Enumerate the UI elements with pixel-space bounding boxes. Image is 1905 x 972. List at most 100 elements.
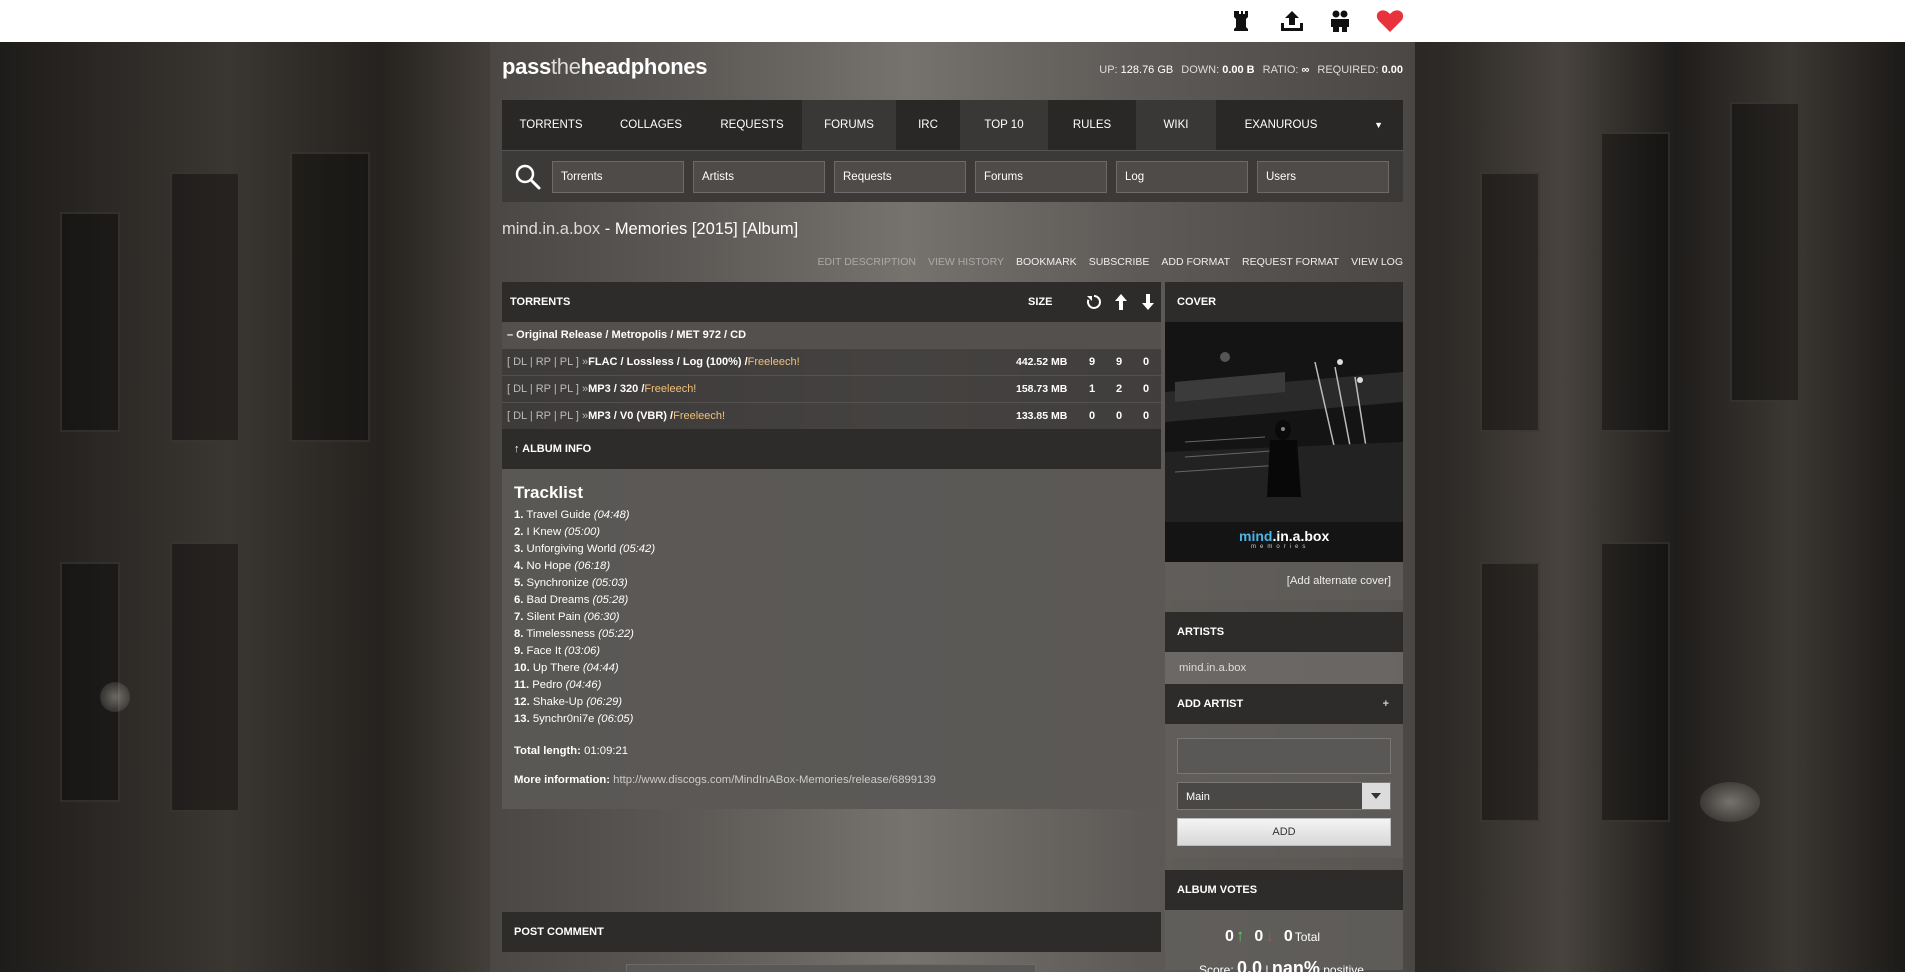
- nav-collages[interactable]: COLLAGES: [600, 100, 702, 150]
- search-torrents-input[interactable]: [552, 161, 684, 193]
- nav-torrents[interactable]: TORRENTS: [502, 100, 600, 150]
- torrent-size: 158.73 MB: [1016, 383, 1068, 395]
- search-artists-input[interactable]: [693, 161, 825, 193]
- seeders-count: 0: [1115, 410, 1123, 422]
- track-item: 10. Up There (04:44): [514, 662, 619, 674]
- track-item: 6. Bad Dreams (05:28): [514, 594, 629, 606]
- down-label: DOWN:: [1181, 64, 1220, 76]
- torrent-row[interactable]: [ DL | RP | PL ] » FLAC / Lossless / Log…: [502, 348, 1161, 375]
- subscribe-link[interactable]: SUBSCRIBE: [1089, 256, 1150, 268]
- main-nav: TORRENTS COLLAGES REQUESTS FORUMS IRC TO…: [502, 100, 1403, 150]
- user-stats: UP: 128.76 GB DOWN: 0.00 B RATIO: ∞ REQU…: [1099, 64, 1403, 76]
- album-info-toggle[interactable]: ↑ ALBUM INFO: [502, 429, 1161, 469]
- torrent-size: 133.85 MB: [1016, 410, 1068, 422]
- nav-user-exanurous[interactable]: EXANUROUS: [1216, 100, 1346, 150]
- upvote-count: 0: [1225, 928, 1234, 945]
- heart-icon[interactable]: [1375, 6, 1405, 36]
- downvote-count: 0: [1254, 928, 1264, 945]
- search-requests-input[interactable]: [834, 161, 966, 193]
- leechers-count: 0: [1142, 410, 1150, 422]
- vote-score: Score: 0.0 | nan% positive: [1199, 958, 1364, 972]
- edition-group-row[interactable]: – Original Release / Metropolis / MET 97…: [502, 322, 1161, 348]
- nav-rules[interactable]: RULES: [1048, 100, 1136, 150]
- rook-icon[interactable]: [1227, 6, 1257, 36]
- torrent-links[interactable]: [ DL | RP | PL ] »: [507, 383, 588, 395]
- required-label: REQUIRED:: [1317, 64, 1379, 76]
- comment-textarea[interactable]: [626, 964, 1036, 972]
- title-separator: -: [600, 220, 615, 238]
- album-info-body: Tracklist 1. Travel Guide (04:48) 2. I K…: [502, 469, 1161, 809]
- user-menu-chevron-down-icon[interactable]: ▼: [1374, 120, 1383, 130]
- album-cover-image[interactable]: mind.in.a.box memories: [1165, 322, 1403, 562]
- add-artist-header[interactable]: ADD ARTIST +: [1165, 684, 1403, 724]
- snatches-count: 0: [1088, 410, 1096, 422]
- torrent-row[interactable]: [ DL | RP | PL ] » MP3 / 320 / Freeleech…: [502, 375, 1161, 402]
- chevron-down-icon[interactable]: [1362, 783, 1390, 809]
- torrent-size: 442.52 MB: [1016, 356, 1068, 368]
- torrent-format[interactable]: MP3 / 320 /: [588, 383, 644, 395]
- torrent-format[interactable]: MP3 / V0 (VBR) /: [588, 410, 673, 422]
- torrent-row[interactable]: [ DL | RP | PL ] » MP3 / V0 (VBR) / Free…: [502, 402, 1161, 429]
- torrents-header-label: TORRENTS: [510, 296, 571, 308]
- artist-role-select[interactable]: Main: [1177, 782, 1391, 810]
- track-item: 11. Pedro (04:46): [514, 679, 602, 691]
- torrent-format[interactable]: FLAC / Lossless / Log (100%) /: [588, 356, 748, 368]
- size-header-label: SIZE: [1028, 296, 1053, 308]
- ratio-value: ∞: [1301, 64, 1310, 76]
- leechers-count: 0: [1142, 356, 1150, 368]
- view-history-link[interactable]: VIEW HISTORY: [928, 256, 1004, 268]
- torrent-links[interactable]: [ DL | RP | PL ] »: [507, 356, 588, 368]
- site-logo[interactable]: passtheheadphones: [502, 54, 708, 80]
- discogs-link[interactable]: http://www.discogs.com/MindInABox-Memori…: [610, 774, 936, 786]
- edit-description-link[interactable]: EDIT DESCRIPTION: [818, 256, 916, 268]
- track-item: 1. Travel Guide (04:48): [514, 509, 630, 521]
- page-title: mind.in.a.box - Memories [2015] [Album]: [502, 220, 798, 239]
- users-icon[interactable]: [1325, 6, 1355, 36]
- up-label: UP:: [1099, 64, 1118, 76]
- nav-requests[interactable]: REQUESTS: [702, 100, 802, 150]
- artist-link[interactable]: mind.in.a.box: [1165, 652, 1403, 684]
- upload-icon[interactable]: [1277, 6, 1307, 36]
- search-log-input[interactable]: [1116, 161, 1248, 193]
- add-format-link[interactable]: ADD FORMAT: [1161, 256, 1230, 268]
- total-votes-label: Total: [1294, 930, 1321, 944]
- vote-counts: 0 ↑ 0 ↓ 0 Total: [1225, 926, 1320, 946]
- cover-subtitle: memories: [1251, 544, 1310, 550]
- seeders-count: 2: [1115, 383, 1123, 395]
- title-artist-link[interactable]: mind.in.a.box: [502, 220, 600, 238]
- artist-name-input[interactable]: [1177, 738, 1391, 774]
- add-artist-button[interactable]: ADD: [1177, 818, 1391, 846]
- cover-header: COVER: [1165, 282, 1403, 322]
- snatches-count: 9: [1088, 356, 1096, 368]
- track-item: 4. No Hope (06:18): [514, 560, 611, 572]
- downvote-arrow-icon[interactable]: ↓: [1265, 926, 1274, 946]
- track-item: 5. Synchronize (05:03): [514, 577, 628, 589]
- bookmark-link[interactable]: BOOKMARK: [1016, 256, 1077, 268]
- leechers-count: 0: [1142, 383, 1150, 395]
- track-item: 3. Unforgiving World (05:42): [514, 543, 656, 555]
- down-value: 0.00 B: [1222, 64, 1255, 76]
- track-item: 8. Timelessness (05:22): [514, 628, 634, 640]
- tracklist-heading: Tracklist: [514, 483, 583, 502]
- upvote-arrow-icon[interactable]: ↑: [1236, 926, 1245, 946]
- freeleech-label: Freeleech!: [747, 356, 800, 368]
- torrent-links[interactable]: [ DL | RP | PL ] »: [507, 410, 588, 422]
- cover-logo: mind.in.a.box: [1239, 528, 1330, 544]
- nav-top10[interactable]: TOP 10: [960, 100, 1048, 150]
- request-format-link[interactable]: REQUEST FORMAT: [1242, 256, 1339, 268]
- nav-forums[interactable]: FORUMS: [802, 100, 896, 150]
- view-log-link[interactable]: VIEW LOG: [1351, 256, 1403, 268]
- nav-wiki[interactable]: WIKI: [1136, 100, 1216, 150]
- add-artist-plus-icon[interactable]: +: [1383, 698, 1389, 710]
- main-column: passtheheadphones UP: 128.76 GB DOWN: 0.…: [490, 42, 1415, 972]
- album-votes: 0 ↑ 0 ↓ 0 Total Score: 0.0 | nan% positive: [1165, 910, 1403, 972]
- search-icon: [514, 163, 542, 191]
- sidebar: COVER mind.in.a.box memories [Add altern…: [1165, 282, 1403, 972]
- total-length: Total length: 01:09:21: [514, 745, 629, 757]
- nav-irc[interactable]: IRC: [896, 100, 960, 150]
- track-item: 12. Shake-Up (06:29): [514, 696, 623, 708]
- add-alternate-cover-link[interactable]: [Add alternate cover]: [1165, 562, 1403, 600]
- search-forums-input[interactable]: [975, 161, 1107, 193]
- seeders-count: 9: [1115, 356, 1123, 368]
- search-users-input[interactable]: [1257, 161, 1389, 193]
